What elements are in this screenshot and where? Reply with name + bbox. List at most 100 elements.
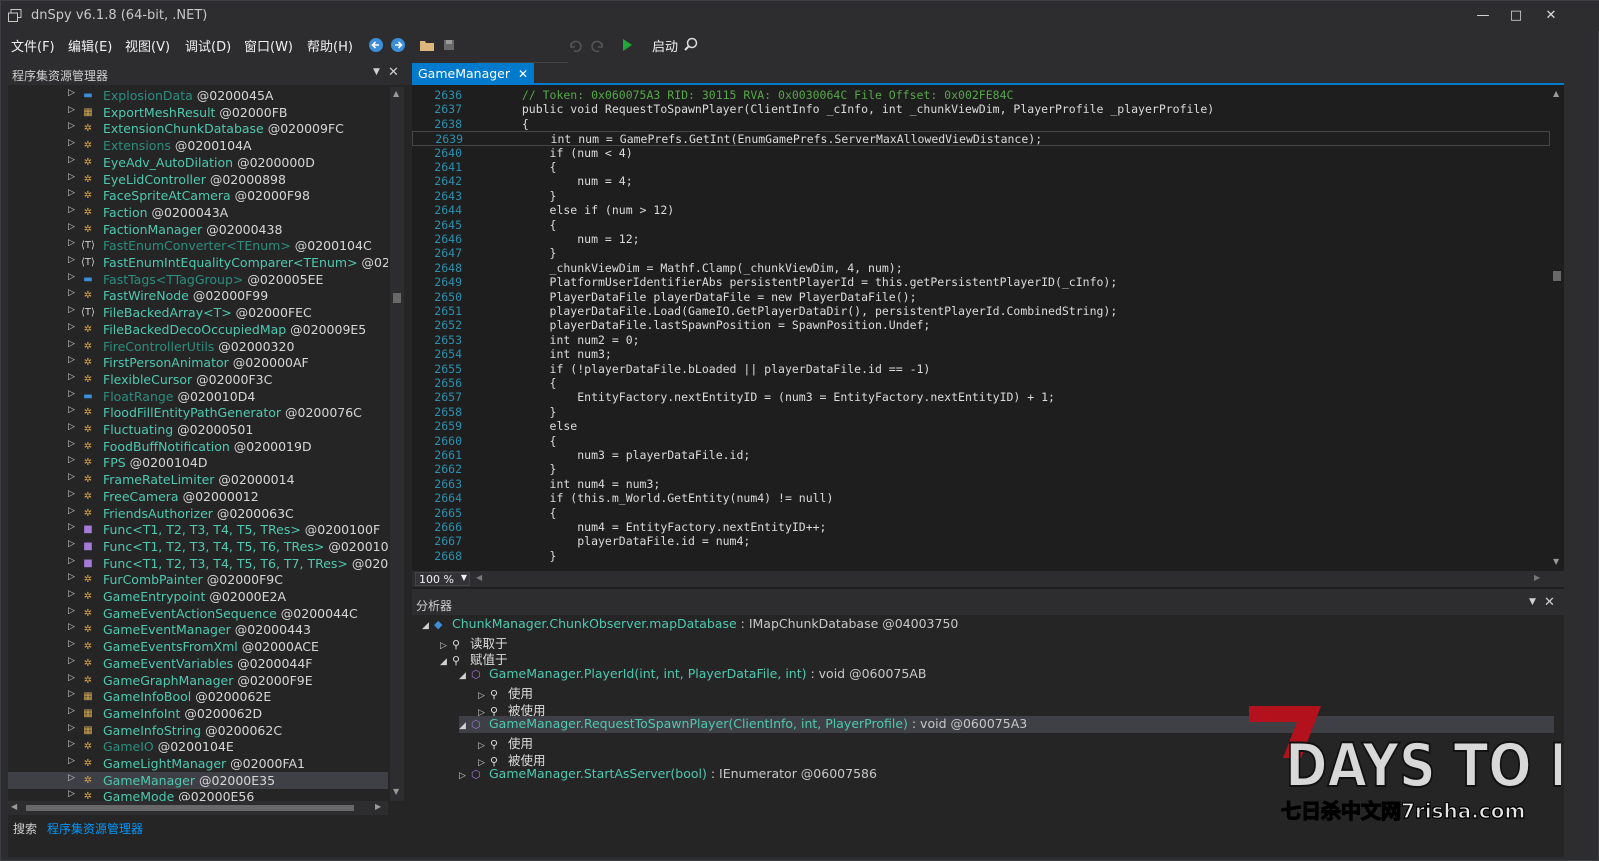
expand-arrow-icon[interactable]: ◢ [459, 671, 471, 681]
analyzer-node[interactable]: ◢ ◆ ChunkManager.ChunkObserver.mapDatabase… [422, 616, 958, 633]
tree-item[interactable]: ▷ ✲ Fluctuating @02000501 [8, 421, 388, 438]
maximize-button[interactable]: □ [1501, 5, 1531, 27]
close-panel-icon[interactable]: ✕ [1544, 595, 1555, 610]
analyzer-node[interactable]: ▷ ⚲ 使用 [478, 683, 533, 701]
code-line[interactable]: 2658 } [412, 405, 1550, 420]
tree-item[interactable]: ▷ ✲ Extensions @0200104A [8, 137, 388, 154]
code-line[interactable]: 2638 { [412, 117, 1550, 132]
tree-item[interactable]: ▷ ▬ FloatRange @020010D4 [8, 388, 388, 405]
expand-arrow-icon[interactable]: ▷ [68, 539, 75, 549]
undo-icon[interactable] [567, 35, 583, 55]
expand-arrow-icon[interactable]: ▷ [68, 172, 75, 182]
code-line[interactable]: 2656 { [412, 376, 1550, 391]
expand-arrow-icon[interactable]: ▷ [68, 606, 75, 616]
tree-item[interactable]: ▷ ✲ FPS @0200104D [8, 454, 388, 471]
tree-item[interactable]: ▷ ✲ GameEventManager @02000443 [8, 621, 388, 638]
code-line[interactable]: 2653 int num2 = 0; [412, 333, 1550, 348]
tab-gamemanager[interactable]: GameManager ✕ [412, 63, 535, 85]
expand-arrow-icon[interactable]: ▷ [68, 739, 75, 749]
expand-arrow-icon[interactable]: ▷ [68, 138, 75, 148]
save-all-icon[interactable] [441, 35, 457, 55]
tree-item[interactable]: ▷ ✲ FurCombPainter @02000F9C [8, 571, 388, 588]
close-panel-icon[interactable]: ✕ [388, 65, 399, 80]
tree-item[interactable]: ▷ ✲ ExtensionChunkDatabase @020009FC [8, 120, 388, 137]
h-scroll-thumb[interactable] [26, 805, 354, 811]
search-icon[interactable] [683, 35, 699, 55]
expand-arrow-icon[interactable]: ▷ [68, 589, 75, 599]
panel-menu-chevron-icon[interactable]: ▼ [1529, 597, 1536, 607]
scroll-down-icon[interactable]: ▼ [393, 787, 399, 796]
tree-item[interactable]: ▷ ✲ FireControllerUtils @02000320 [8, 338, 388, 355]
close-window-button[interactable]: ✕ [1536, 5, 1566, 27]
expand-arrow-icon[interactable]: ▷ [68, 572, 75, 582]
tree-item[interactable]: ▷ ▦ GameInfoInt @0200062D [8, 705, 388, 722]
expand-arrow-icon[interactable]: ▷ [68, 422, 75, 432]
expand-arrow-icon[interactable]: ▷ [68, 656, 75, 666]
scroll-up-icon[interactable]: ▲ [1553, 89, 1559, 98]
code-line[interactable]: 2644 else if (num > 12) [412, 203, 1550, 218]
scroll-right-icon[interactable]: ▶ [375, 802, 381, 811]
code-line[interactable]: 2668 } [412, 549, 1550, 564]
code-line[interactable]: 2641 { [412, 160, 1550, 175]
expand-arrow-icon[interactable]: ▷ [68, 188, 75, 198]
tree-item[interactable]: ▷ ✲ FriendsAuthorizer @0200063C [8, 505, 388, 522]
tree-item[interactable]: ▷ ✲ FaceSpriteAtCamera @02000F98 [8, 187, 388, 204]
scroll-right-icon[interactable]: ▶ [1534, 573, 1540, 582]
editor-vertical-scrollbar[interactable]: ▲ ▼ [1550, 87, 1564, 575]
code-line[interactable]: 2654 int num3; [412, 347, 1550, 362]
tree-item[interactable]: ▷ ▬ ExplosionData @0200045A [8, 87, 388, 104]
tree-item[interactable]: ▷ ✲ FlexibleCursor @02000F3C [8, 371, 388, 388]
scroll-thumb[interactable] [393, 293, 401, 303]
tree-item[interactable]: ▷ ▦ GameInfoBool @0200062E [8, 688, 388, 705]
tree-item[interactable]: ▷ ■ Func<T1, T2, T3, T4, T5, T6, T7, TRes>… [8, 555, 388, 572]
expand-arrow-icon[interactable]: ▷ [68, 372, 75, 382]
code-line[interactable]: 2649 PlatformUserIdentifierAbs persisten… [412, 275, 1550, 290]
expand-arrow-icon[interactable]: ▷ [68, 673, 75, 683]
tree-horizontal-scrollbar[interactable]: ◀ ▶ [8, 801, 388, 815]
expand-arrow-icon[interactable]: ▷ [68, 439, 75, 449]
code-line[interactable]: 2666 num4 = EntityFactory.nextEntityID++… [412, 520, 1550, 535]
expand-arrow-icon[interactable]: ▷ [68, 472, 75, 482]
tree-item[interactable]: ▷ ✲ FileBackedDecoOccupiedMap @020009E5 [8, 321, 388, 338]
code-line[interactable]: 2643 } [412, 189, 1550, 204]
zoom-select[interactable]: 100 % ▼ [415, 572, 470, 586]
expand-arrow-icon[interactable]: ▷ [68, 773, 75, 783]
expand-arrow-icon[interactable]: ▷ [459, 771, 471, 781]
code-line[interactable]: 2636 // Token: 0x060075A3 RID: 30115 RVA… [412, 88, 1550, 103]
expand-arrow-icon[interactable]: ▷ [68, 339, 75, 349]
analyzer-node[interactable]: ▷ ⚲ 被使用 [478, 700, 546, 718]
tree-item[interactable]: ▷ ✲ GameEventActionSequence @0200044C [8, 605, 388, 622]
tree-vertical-scrollbar[interactable]: ▲ ▼ [390, 87, 404, 801]
expand-arrow-icon[interactable]: ▷ [68, 622, 75, 632]
start-label[interactable]: 启动 [652, 36, 678, 55]
tree-item[interactable]: ▷ ▦ ExportMeshResult @02000FB [8, 104, 388, 121]
expand-arrow-icon[interactable]: ▷ [68, 305, 75, 315]
back-icon[interactable] [368, 35, 384, 55]
tree-item[interactable]: ▷ ▬ FastTags<TTagGroup> @020005EE [8, 271, 388, 288]
expand-arrow-icon[interactable]: ◢ [459, 721, 471, 731]
analyzer-node[interactable]: ◢ ⚲ 赋值于 [440, 649, 508, 667]
expand-arrow-icon[interactable]: ◢ [422, 621, 434, 631]
expand-arrow-icon[interactable]: ▷ [68, 222, 75, 232]
tab-search[interactable]: 搜索 [8, 819, 42, 837]
code-line[interactable]: 2661 num3 = playerDataFile.id; [412, 448, 1550, 463]
scroll-thumb[interactable] [1553, 271, 1561, 281]
analyzer-node[interactable]: ◢ ⬡ GameManager.PlayerId(int, int, PlayerD… [459, 666, 926, 683]
tree-item[interactable]: ▷ ✲ FoodBuffNotification @0200019D [8, 438, 388, 455]
expand-arrow-icon[interactable]: ▷ [68, 288, 75, 298]
code-line[interactable]: 2660 { [412, 434, 1550, 449]
tree-item[interactable]: ▷ ✲ Faction @0200043A [8, 204, 388, 221]
menu-window[interactable]: 窗口(W) [244, 36, 293, 55]
tree-item[interactable]: ▷ ✲ GameEntrypoint @02000E2A [8, 588, 388, 605]
tree-item[interactable]: ▷ ✲ GameMode @02000E56 [8, 788, 388, 801]
code-line[interactable]: 2640 if (num < 4) [412, 146, 1550, 161]
code-line[interactable]: 2646 num = 12; [412, 232, 1550, 247]
tree-item[interactable]: ▷ ⟨T⟩ FastEnumConverter<TEnum> @0200104C [8, 237, 388, 254]
tree-item[interactable]: ▷ ✲ GameEventVariables @0200044F [8, 655, 388, 672]
panel-menu-chevron-icon[interactable]: ▼ [373, 67, 380, 77]
code-line[interactable]: 2639 int num = GamePrefs.GetInt(EnumGame… [412, 131, 1550, 147]
expand-arrow-icon[interactable]: ▷ [68, 723, 75, 733]
expand-arrow-icon[interactable]: ▷ [68, 639, 75, 649]
tree-item[interactable]: ▷ ⟨T⟩ FastEnumIntEqualityComparer<TEnum> @… [8, 254, 388, 271]
expand-arrow-icon[interactable]: ▷ [68, 405, 75, 415]
